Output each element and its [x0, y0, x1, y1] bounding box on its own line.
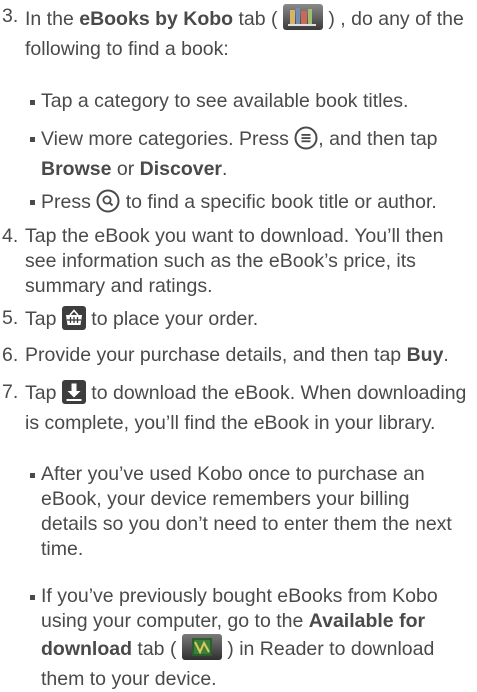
text: or: [116, 158, 135, 180]
bullet-item: If you’ve previously bought eBooks from …: [0, 584, 470, 692]
step-text: Provide your purchase details, and then …: [25, 343, 470, 368]
text: to place your order.: [91, 308, 259, 330]
bullet-text: If you’ve previously bought eBooks from …: [41, 584, 470, 692]
shopping-basket-icon: [61, 306, 86, 337]
menu-option: Browse: [41, 158, 112, 180]
page: 3. In the eBooks by Kobo tab () , do an…: [0, 0, 477, 690]
bullet-marker: [30, 100, 35, 105]
text: Tap: [25, 308, 57, 330]
step-5: 5. Tap to place your order.: [0, 306, 470, 337]
step-4: 4. Tap the eBook you want to download. Y…: [0, 224, 470, 299]
text: to download the eBook. When downloading …: [25, 382, 467, 434]
text: , and then tap: [318, 128, 438, 150]
bullet-text: After you’ve used Kobo once to purchase …: [41, 463, 452, 560]
tab-name: eBooks by Kobo: [79, 8, 234, 30]
step-3: 3. In the eBooks by Kobo tab () , do an…: [0, 4, 470, 62]
bullet-marker: [30, 595, 35, 600]
menu-option: Discover: [139, 158, 223, 180]
bullet-marker: [30, 200, 35, 205]
text: .: [443, 344, 449, 366]
step-text: Tap the eBook you want to download. You’…: [25, 225, 444, 297]
bullet-text: View more categories. Press , and then t…: [41, 126, 470, 182]
step-number: 3.: [2, 5, 19, 27]
step-6: 6. Provide your purchase details, and th…: [0, 343, 470, 368]
text: .: [222, 158, 228, 180]
text: tab (: [238, 8, 278, 30]
menu-icon: [294, 126, 318, 157]
text: In the: [25, 8, 74, 30]
available-download-tab-icon: [181, 634, 222, 667]
bullet-text: Press to find a specific book title or a…: [41, 189, 470, 220]
step-7: 7. Tap to download the eBook. When downl…: [0, 380, 470, 436]
search-icon: [96, 189, 120, 220]
step-number: 5.: [2, 307, 19, 329]
kobo-bookshelf-icon: [282, 4, 323, 37]
step-text: In the eBooks by Kobo tab () , do any o…: [25, 4, 470, 62]
step-number: 6.: [2, 344, 19, 366]
bullet-marker: [30, 137, 35, 142]
text: Tap: [25, 382, 57, 404]
step-text: Tap to download the eBook. When download…: [25, 380, 470, 436]
bullet-text: Tap a category to see available book tit…: [41, 90, 409, 112]
bullet-marker: [30, 473, 35, 478]
text: View more categories. Press: [41, 128, 289, 150]
buy-button-label: Buy: [406, 344, 444, 366]
step-number: 4.: [2, 225, 19, 247]
text: Provide your purchase details, and then …: [25, 344, 402, 366]
bullet-item: View more categories. Press , and then t…: [0, 126, 470, 182]
text: Press: [41, 191, 91, 213]
text: tab (: [137, 638, 177, 660]
bullet-item: Tap a category to see available book tit…: [0, 89, 470, 114]
bullet-item: After you’ve used Kobo once to purchase …: [0, 462, 470, 562]
text: to find a specific book title or author.: [125, 191, 437, 213]
bullet-item: Press to find a specific book title or a…: [0, 189, 470, 220]
download-arrow-icon: [61, 380, 86, 411]
step-text: Tap to place your order.: [25, 306, 470, 337]
step-number: 7.: [2, 381, 19, 403]
